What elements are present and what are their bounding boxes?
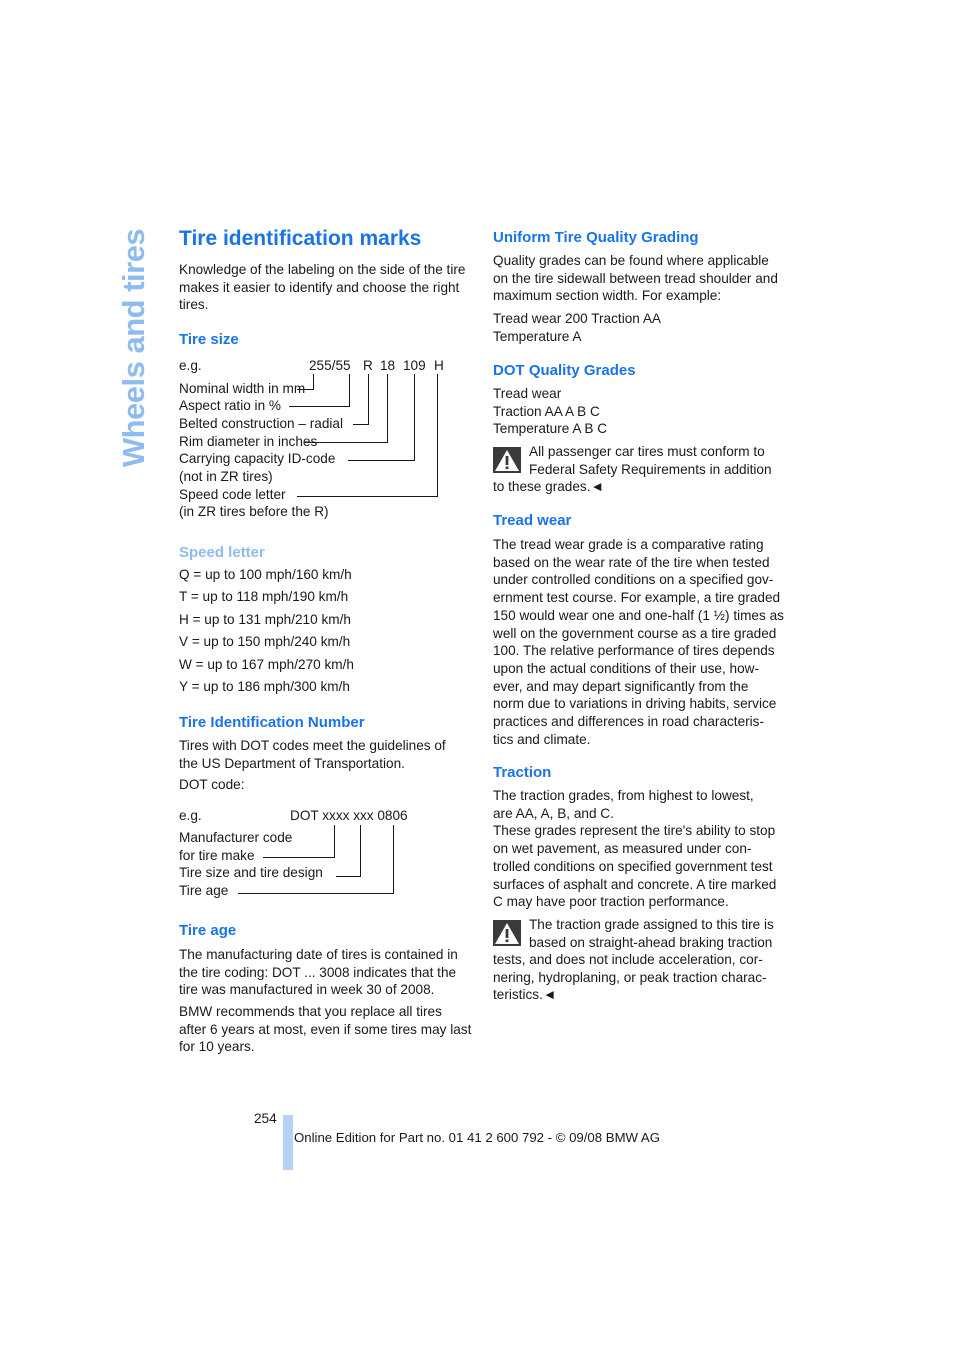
heading-tread-wear: Tread wear (493, 512, 572, 529)
tire-age-paragraph-1: The manufacturing date of tires is conta… (179, 947, 458, 998)
side-tab-label: Wheels and tires (116, 228, 151, 468)
heading-uniform-tire-quality-grading: Uniform Tire Quality Grading (493, 229, 699, 246)
dot-warning-text-continued: to these grades.◄ (493, 479, 604, 494)
warning-icon (493, 447, 521, 473)
utqg-example: Tread wear 200 Traction AA Temperature A (493, 311, 661, 344)
footer-accent-bar (283, 1115, 293, 1170)
page-number: 254 (254, 1111, 277, 1126)
footer-edition-text: Online Edition for Part no. 01 41 2 600 … (294, 1130, 660, 1145)
utqg-paragraph: Quality grades can be found where applic… (493, 253, 778, 304)
traction-warning-text-continued: tests, and does not include acceleration… (493, 952, 767, 1003)
warning-icon (493, 920, 521, 946)
tire-age-paragraph-2: BMW recommends that you replace all tire… (179, 1004, 472, 1055)
dot-warning-text-indented: All passenger car tires must conform to … (529, 444, 772, 477)
heading-traction: Traction (493, 764, 552, 781)
section-side-tab: Wheels and tires (112, 228, 156, 468)
tread-wear-paragraph: The tread wear grade is a comparative ra… (493, 537, 784, 747)
traction-warning-text-indented: The traction grade assigned to this tire… (529, 917, 774, 950)
traction-paragraph: The traction grades, from highest to low… (493, 788, 777, 910)
heading-dot-quality-grades: DOT Quality Grades (493, 362, 636, 379)
dot-leader-lines (238, 825, 394, 894)
dot-grades-list: Tread wear Traction AA A B C Temperature… (493, 386, 608, 437)
heading-tire-age: Tire age (179, 922, 237, 939)
